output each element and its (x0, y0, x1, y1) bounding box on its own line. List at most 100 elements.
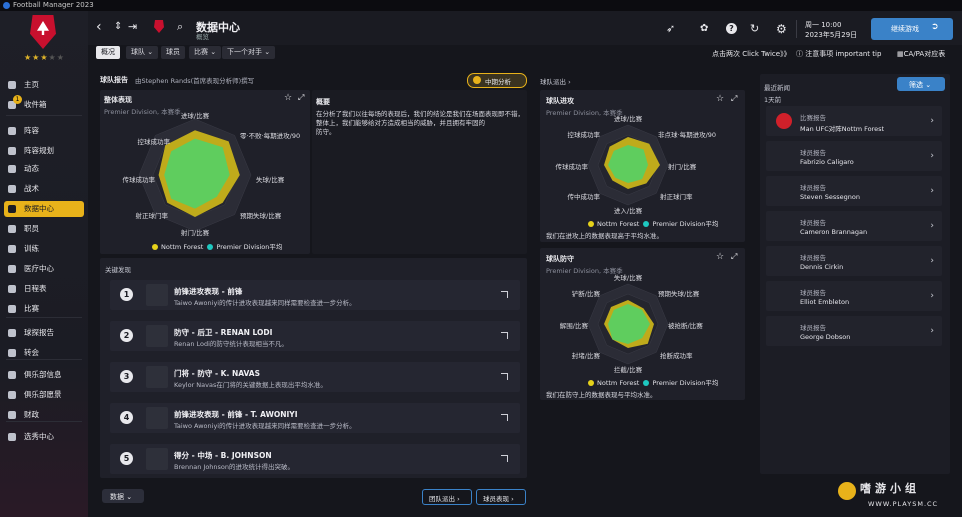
expand-icon[interactable] (501, 455, 508, 462)
sidebar-item-14[interactable]: 俱乐部信息 (4, 367, 84, 383)
expand-icon[interactable] (501, 373, 508, 380)
finding-number: 5 (120, 452, 133, 465)
news-item[interactable]: 比赛报告 Man UFC对阵Nottm Forest › (766, 106, 942, 136)
refresh-icon[interactable]: ↻ (750, 22, 759, 36)
tab-1[interactable]: 球队 ⌄ (126, 46, 159, 59)
key-finding-item[interactable]: 1 前锋进攻表现 - 前锋 Taiwo Awoniyi的传计进攻表现越来同样需要检查… (110, 280, 520, 310)
expand-icon[interactable]: ⤢ (731, 94, 737, 104)
news-item[interactable]: 球员报告 George Dobson › (766, 316, 942, 346)
expand-icon[interactable] (501, 414, 508, 421)
news-item[interactable]: 球员报告 Steven Sessegnon › (766, 176, 942, 206)
nav-separator (6, 359, 82, 360)
gear-icon[interactable]: ⚙ (776, 22, 787, 36)
sidebar-item-17[interactable]: 选秀中心 (4, 429, 84, 445)
team-report-header: 球队报告 (100, 76, 128, 84)
brain-icon[interactable]: ✿ (700, 22, 708, 36)
sidebar-item-15[interactable]: 俱乐部愿景 (4, 387, 84, 403)
key-finding-item[interactable]: 3 门将 - 防守 - K. NAVAS Keylor Navas在门将的关键数据上… (110, 362, 520, 392)
radar-axis-label: 铲断/比赛 (572, 289, 601, 298)
sidebar-item-7[interactable]: 职员 (4, 221, 84, 237)
sidebar-item-5[interactable]: 战术 (4, 181, 84, 197)
sidebar-item-9[interactable]: 医疗中心 (4, 261, 84, 277)
radar-axis-label: 预期失球/比赛 (240, 211, 282, 220)
tab-0[interactable]: 概况 (96, 46, 120, 59)
sidebar-item-2[interactable]: 阵容 (4, 123, 84, 139)
key-findings-header: 关键发现 (105, 266, 131, 274)
expand-icon[interactable]: ⤢ (731, 252, 737, 262)
back-arrow-icon[interactable]: ‹ (96, 20, 102, 34)
nav-icon (8, 371, 16, 379)
sidebar-item-label: 阵容规划 (24, 146, 54, 155)
news-label: 球员报告 (800, 184, 826, 192)
updown-icon[interactable]: ⇕ (114, 20, 122, 34)
legend-forest-label: Nottm Forest (597, 220, 640, 228)
expand-icon[interactable] (501, 332, 508, 339)
radar-axis-label: 传中成功率 (568, 192, 601, 201)
star-icon[interactable]: ☆ (716, 94, 724, 104)
nav-icon (8, 165, 16, 173)
sidebar-item-0[interactable]: 主页 (4, 77, 84, 93)
sidebar-item-label: 主页 (24, 80, 39, 89)
tab-2[interactable]: 球员 (161, 46, 185, 59)
continue-button[interactable]: 继续游戏 ➲ (871, 18, 953, 40)
team-out-button[interactable]: 团队派出 › (422, 489, 472, 505)
defense-legend: Nottm Forest Premier Division平均 (588, 377, 718, 387)
radar-axis-label: 零·不败·每期进攻/90 (240, 131, 300, 140)
expand-icon[interactable]: ⤢ (298, 93, 304, 103)
nav-icon (8, 265, 16, 273)
divider (796, 20, 797, 38)
info-icon: ⓘ (796, 50, 806, 58)
search-icon[interactable]: ⌕ (177, 20, 183, 34)
news-item[interactable]: 球员报告 Dennis Cirkin › (766, 246, 942, 276)
sidebar-item-4[interactable]: 动态 (4, 161, 84, 177)
nav-icon (8, 81, 16, 89)
tab-4[interactable]: 下一个对手 ⌄ (222, 46, 276, 59)
key-finding-item[interactable]: 4 前锋进攻表现 - 前锋 - T. AWONIYI Taiwo Awoniyi的传… (110, 403, 520, 433)
player-photo-icon (146, 325, 168, 347)
team-report-author: 由Stephen Rands(首席表现分析师)撰写 (135, 77, 255, 85)
data-dropdown-label: 数据 ⌄ (110, 493, 133, 501)
summary-line-3: 防守。 (316, 128, 336, 136)
important-tip-link[interactable]: ⓘ 注意事项 important tip (796, 49, 881, 59)
news-headline: Steven Sessegnon (800, 193, 860, 201)
filter-button[interactable]: 筛选 ⌄ (897, 77, 945, 91)
news-item[interactable]: 球员报告 Cameron Brannagan › (766, 211, 942, 241)
sidebar-item-11[interactable]: 比赛 (4, 301, 84, 317)
sidebar-item-label: 选秀中心 (24, 432, 54, 441)
ca-pa-link[interactable]: ▦CA/PA对应表 (897, 49, 945, 59)
sidebar-item-1[interactable]: 收件箱 1 (4, 95, 84, 113)
tab-3[interactable]: 比赛 ⌄ (189, 46, 222, 59)
radar-axis-label: 拦截/比赛 (614, 365, 643, 374)
expand-icon[interactable] (501, 291, 508, 298)
data-dropdown[interactable]: 数据 ⌄ (102, 489, 144, 503)
nav-icon (8, 205, 16, 213)
star-icon[interactable]: ☆ (284, 93, 292, 103)
sidebar-item-label: 医疗中心 (24, 264, 54, 273)
club-logo-icon (776, 113, 792, 129)
skip-icon[interactable]: ⇥ (128, 20, 137, 34)
radar-axis-label: 封堵/比赛 (572, 351, 601, 360)
continue-arrow-icon: ➲ (931, 22, 939, 32)
date-time: 周一 10:00 (805, 21, 842, 29)
legend-dot-forest (588, 380, 594, 386)
news-item[interactable]: 球员报告 Elliot Embleton › (766, 281, 942, 311)
news-headline: George Dobson (800, 333, 851, 341)
star-icon[interactable]: ☆ (716, 252, 724, 262)
radar-axis-label: 进入/比赛 (614, 206, 643, 215)
team-section-link[interactable]: 球队派出 › (540, 76, 571, 86)
player-perf-button[interactable]: 球员表现 › (476, 489, 526, 505)
sidebar-item-3[interactable]: 阵容规划 (4, 143, 84, 159)
sidebar-item-6[interactable]: 数据中心 (4, 201, 84, 217)
sidebar-item-8[interactable]: 训练 (4, 241, 84, 257)
key-finding-item[interactable]: 2 防守 - 后卫 - RENAN LODI Renan Lodi的防守统计表现相当… (110, 321, 520, 351)
mid-analysis-chip[interactable]: 中期分析 (467, 73, 527, 88)
sidebar-item-10[interactable]: 日程表 (4, 281, 84, 297)
help-icon[interactable]: ? (726, 23, 737, 34)
finding-desc: Taiwo Awoniyi的传计进攻表现越来同样需要检查进一步分析。 (174, 422, 356, 430)
sidebar-item-label: 动态 (24, 164, 39, 173)
news-item[interactable]: 球员报告 Fabrizio Caligaro › (766, 141, 942, 171)
click-twice-link[interactable]: 点击两次 Click Twice》》 (712, 49, 791, 59)
key-finding-item[interactable]: 5 得分 - 中场 - B. JOHNSON Brennan Johnson的进攻统… (110, 444, 520, 474)
sidebar-item-12[interactable]: 球探报告 (4, 325, 84, 341)
rocket-icon[interactable]: ➶ (666, 22, 675, 36)
